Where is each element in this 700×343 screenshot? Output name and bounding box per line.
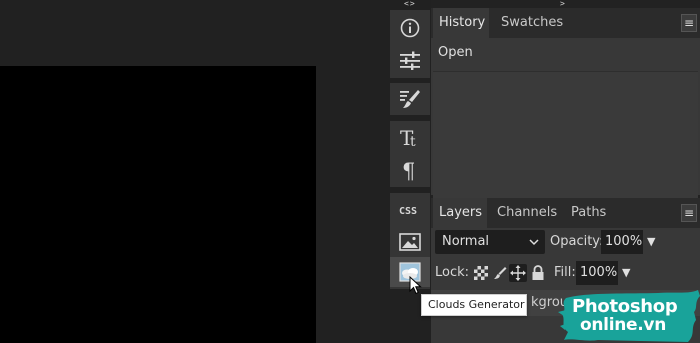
- svg-text:¶: ¶: [402, 159, 415, 182]
- mouse-cursor-icon: [409, 276, 422, 295]
- history-panel: History Swatches ≡ Open: [431, 8, 700, 203]
- tab-paths[interactable]: Paths: [565, 198, 612, 228]
- tab-channels[interactable]: Channels: [491, 198, 563, 228]
- adjustments-icon: [400, 51, 420, 70]
- character-icon: T t: [400, 126, 416, 150]
- adjustments-button[interactable]: [390, 45, 430, 75]
- tool-group-info: [390, 10, 430, 78]
- tab-layers[interactable]: Layers: [433, 198, 487, 228]
- lock-label: Lock:: [435, 265, 470, 280]
- brush-settings-button[interactable]: [390, 84, 430, 114]
- menu-icon: ≡: [683, 206, 695, 220]
- tooltip: Clouds Generator: [421, 294, 527, 316]
- fill-field[interactable]: 100%: [576, 261, 618, 285]
- chevron-down-icon: [529, 230, 539, 264]
- canvas-area[interactable]: [0, 0, 389, 343]
- tool-group-type: T t ¶: [390, 121, 430, 187]
- opacity-label: Opacity:: [550, 234, 604, 249]
- svg-text:t: t: [410, 134, 416, 150]
- opacity-dropdown-icon[interactable]: ▼: [647, 230, 655, 254]
- css-icon: CSS: [399, 206, 417, 217]
- watermark-line2: online.vn: [580, 315, 667, 335]
- tool-group-brush: [390, 83, 430, 115]
- paragraph-icon: ¶: [402, 159, 415, 182]
- history-list: Open: [431, 38, 700, 203]
- tab-history[interactable]: History: [433, 8, 489, 38]
- watermark-line1: Photoshop: [572, 296, 678, 317]
- lock-all-icon[interactable]: [529, 264, 547, 282]
- blend-mode-select[interactable]: Normal: [435, 230, 545, 254]
- info-button[interactable]: [390, 13, 430, 43]
- character-button[interactable]: T t: [390, 123, 430, 153]
- fill-label: Fill:: [554, 265, 576, 280]
- history-tabbar: History Swatches ≡: [431, 8, 700, 38]
- history-empty-area: [433, 71, 698, 203]
- menu-icon: ≡: [683, 16, 695, 30]
- lock-transparency-icon[interactable]: [472, 264, 490, 282]
- info-icon: [400, 18, 420, 38]
- image-icon: [399, 233, 421, 251]
- svg-text:CSS: CSS: [399, 206, 417, 217]
- document-canvas[interactable]: [0, 66, 316, 343]
- expand-handle[interactable]: <>: [404, 0, 416, 8]
- lock-pixels-brush-icon[interactable]: [491, 264, 509, 282]
- lock-position-icon[interactable]: [509, 264, 527, 282]
- layers-tabbar: Layers Channels Paths ≡: [431, 198, 700, 228]
- opacity-field[interactable]: 100%: [601, 230, 643, 254]
- watermark-logo: Photoshop online.vn: [558, 290, 700, 343]
- paragraph-button[interactable]: ¶: [390, 155, 430, 185]
- history-item-open[interactable]: Open: [431, 38, 700, 68]
- css-button[interactable]: CSS: [390, 195, 430, 225]
- layers-menu-button[interactable]: ≡: [681, 204, 697, 222]
- blend-mode-value: Normal: [442, 234, 490, 249]
- fill-dropdown-icon[interactable]: ▼: [622, 261, 630, 285]
- history-menu-button[interactable]: ≡: [681, 14, 697, 32]
- image-button[interactable]: [390, 227, 430, 257]
- brush-settings-icon: [400, 90, 420, 108]
- tab-swatches[interactable]: Swatches: [495, 8, 569, 38]
- tool-group-extras: CSS: [390, 193, 430, 289]
